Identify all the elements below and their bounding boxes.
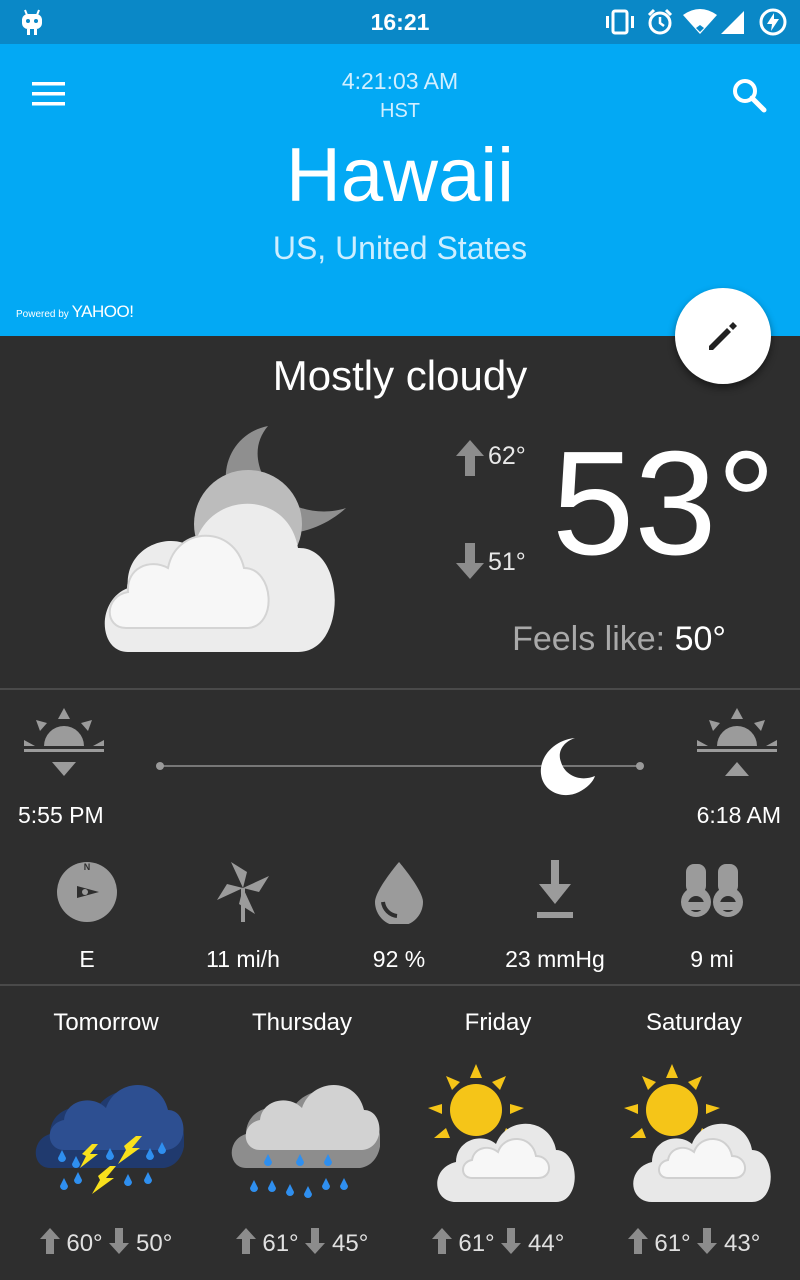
- visibility-binoculars-icon: [681, 864, 743, 917]
- current-temperature: 53°: [552, 421, 776, 586]
- feels-like: Feels like: 50°: [512, 620, 726, 659]
- forecast-day[interactable]: Saturday 61° 43°: [596, 1006, 792, 1257]
- low-temp-arrow-icon: [109, 1228, 130, 1254]
- low-temp-arrow-icon: [501, 1228, 522, 1254]
- humidity-stat: 92 %: [321, 858, 477, 972]
- feels-like-value: 50°: [674, 620, 726, 658]
- signal-icon: [721, 11, 744, 34]
- forecast-high: 61°: [458, 1230, 495, 1257]
- wind-icon: [217, 862, 269, 922]
- section-divider: [0, 688, 800, 690]
- visibility-stat: 9 mi: [634, 858, 790, 972]
- local-clock: 4:21:03 AM: [341, 68, 459, 94]
- wind-speed-stat: 11 mi/h: [165, 858, 321, 972]
- forecast-temps: 61° 44°: [400, 1228, 596, 1258]
- rain-showers-icon: [231, 1085, 380, 1198]
- pressure-stat: 23 mmHg: [477, 858, 633, 972]
- sunrise-time: 6:18 AM: [696, 802, 781, 828]
- pencil-icon: [709, 322, 737, 350]
- high-temp-arrow-icon: [431, 1228, 452, 1254]
- sun-track-end-dot: [636, 762, 644, 770]
- high-temp-arrow-icon: [627, 1228, 648, 1254]
- forecast-low: 50°: [136, 1230, 173, 1257]
- sunset-icon: [24, 708, 104, 776]
- wind-speed-value: 11 mi/h: [206, 946, 280, 972]
- high-temp-arrow-icon: [235, 1228, 256, 1254]
- timezone-label: HST: [380, 100, 420, 122]
- forecast-temps: 61° 45°: [204, 1228, 400, 1258]
- mostly-cloudy-night-icon: [104, 426, 346, 652]
- compass-icon: N: [57, 862, 117, 922]
- forecast-low: 45°: [332, 1230, 369, 1257]
- forecast-day[interactable]: Tomorrow 60° 50°: [8, 1006, 204, 1257]
- forecast-high: 60°: [66, 1230, 103, 1257]
- pressure-value: 23 mmHg: [505, 946, 605, 972]
- country-name: US, United States: [272, 230, 528, 266]
- wind-direction-value: E: [79, 946, 95, 972]
- forecast-low: 43°: [724, 1230, 761, 1257]
- visibility-value: 9 mi: [690, 946, 734, 972]
- sun-track-start-dot: [156, 762, 164, 770]
- battery-charging-icon: [759, 8, 787, 36]
- forecast-high: 61°: [654, 1230, 691, 1257]
- forecast-low: 44°: [528, 1230, 565, 1257]
- forecast-day[interactable]: Thursday 61° 45°: [204, 1006, 400, 1257]
- low-temp-arrow-icon: [305, 1228, 326, 1254]
- low-temp-arrow-icon: [697, 1228, 718, 1254]
- high-temp-arrow-icon: [456, 440, 484, 476]
- status-time: 16:21: [370, 9, 430, 35]
- high-temp-arrow-icon: [39, 1228, 60, 1254]
- forecast-day[interactable]: Friday 61° 44°: [400, 1006, 596, 1257]
- humidity-drop-icon: [375, 862, 423, 924]
- status-bar: 16:21: [0, 0, 800, 44]
- forecast-day-name: Thursday: [251, 1009, 353, 1036]
- forecast-day-name: Saturday: [645, 1009, 743, 1036]
- sunset-time: 5:55 PM: [18, 802, 104, 828]
- powered-by-yahoo[interactable]: Powered by YAHOO!: [16, 302, 134, 322]
- wifi-icon: [683, 9, 717, 34]
- forecast-day-name: Tomorrow: [53, 1009, 159, 1036]
- svg-text:N: N: [84, 862, 91, 872]
- moon-icon: [540, 738, 595, 796]
- section-divider: [0, 984, 800, 986]
- sunrise-icon: [697, 708, 777, 776]
- condition-text: Mostly cloudy: [272, 352, 528, 399]
- wind-direction-stat: N E: [9, 858, 165, 972]
- forecast-high: 61°: [262, 1230, 299, 1257]
- city-name: Hawaii: [285, 133, 515, 218]
- vibrate-icon: [606, 9, 634, 35]
- yahoo-logo: YAHOO!: [71, 302, 134, 321]
- forecast-day-name: Friday: [464, 1009, 532, 1036]
- high-temp: 62°: [488, 442, 526, 470]
- humidity-value: 92 %: [372, 946, 426, 972]
- thunderstorm-icon: [35, 1085, 184, 1194]
- low-temp-arrow-icon: [456, 543, 484, 579]
- alarm-icon: [647, 8, 673, 35]
- feels-like-label: Feels like:: [512, 620, 666, 658]
- partly-cloudy-day-icon: [624, 1064, 771, 1202]
- forecast-temps: 61° 43°: [596, 1228, 792, 1258]
- partly-cloudy-day-icon: [428, 1064, 575, 1202]
- search-icon[interactable]: [728, 74, 772, 118]
- powered-by-label: Powered by: [16, 309, 69, 320]
- pressure-icon: [537, 860, 573, 918]
- forecast-temps: 60° 50°: [8, 1228, 204, 1258]
- low-temp: 51°: [488, 548, 526, 576]
- location-header: 4:21:03 AM HST Hawaii US, United States …: [0, 44, 800, 336]
